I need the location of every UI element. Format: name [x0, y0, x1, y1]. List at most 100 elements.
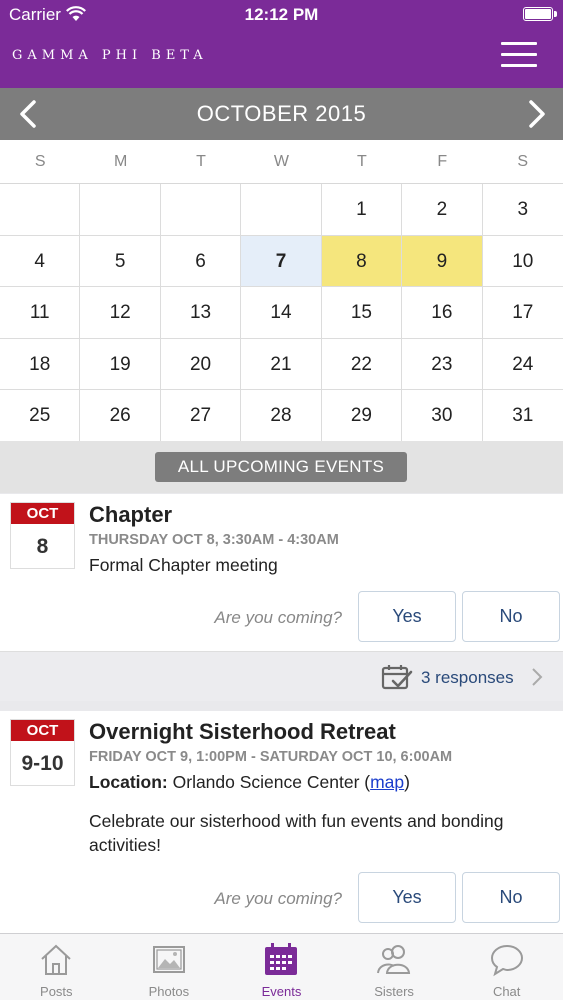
calendar-day-24[interactable]: 24	[482, 339, 563, 391]
calendar-day-19[interactable]: 19	[80, 338, 161, 391]
calendar-day-11[interactable]: 11	[0, 287, 81, 339]
calendar-day-21[interactable]: 21	[241, 338, 322, 391]
calendar-day-7[interactable]: 7	[241, 235, 322, 288]
calendar-day-5[interactable]: 5	[80, 235, 161, 288]
calendar-day-29[interactable]: 29	[321, 390, 403, 442]
event-datetime: THURSDAY OCT 8, 3:30AM - 4:30AM	[89, 532, 339, 548]
calendar-day-grid: 1 2 3 4 5 6 7 8 9 10 11 12 13 14 15 16 17 18 19 20 21 22 23 24 2…	[0, 184, 563, 442]
weekday-label: W	[273, 153, 290, 170]
calendar-day-12[interactable]: 12	[80, 287, 161, 339]
badge-month: OCT	[11, 503, 74, 524]
calendar-day-10[interactable]: 10	[482, 236, 563, 288]
calendar-day-30[interactable]: 30	[402, 390, 483, 442]
event-title: Overnight Sisterhood Retreat	[89, 719, 396, 744]
empty-day-cell	[241, 184, 322, 236]
badge-day: 8	[36, 535, 49, 558]
empty-day-cell	[0, 184, 81, 236]
calendar-icon	[265, 943, 298, 975]
weekday-label: T	[357, 153, 367, 170]
calendar-check-icon	[381, 665, 413, 690]
tab-chat[interactable]: Chat	[450, 934, 563, 1000]
event-date-badge: OCT 9-10	[10, 719, 75, 786]
calendar-day-9[interactable]: 9	[402, 235, 483, 288]
weekday-label: T	[196, 153, 206, 170]
event-title: Chapter	[89, 502, 173, 527]
calendar-day-26[interactable]: 26	[80, 390, 161, 442]
tab-events[interactable]: Events	[225, 934, 338, 1000]
rsvp-no-button[interactable]: No	[462, 872, 560, 923]
chevron-right-icon[interactable]	[521, 98, 551, 130]
weekday-label: F	[437, 153, 448, 170]
tab-label: Photos	[148, 984, 190, 999]
tab-label: Events	[261, 984, 302, 999]
calendar-day-4[interactable]: 4	[0, 235, 81, 288]
all-upcoming-events-button[interactable]: ALL UPCOMING EVENTS	[155, 452, 407, 482]
section-header: ALL UPCOMING EVENTS	[0, 441, 563, 493]
rsvp-prompt: Are you coming?	[214, 608, 342, 627]
calendar-day-3[interactable]: 3	[482, 184, 563, 236]
calendar-day-25[interactable]: 25	[0, 390, 81, 442]
rsvp-yes-button[interactable]: Yes	[358, 591, 456, 642]
location-label: Location:	[89, 772, 168, 792]
event-date-badge: OCT 8	[10, 502, 75, 569]
calendar-day-13[interactable]: 13	[160, 287, 242, 339]
month-calendar: SMTWTFS 1 2 3 4 5 6 7 8 9 10 11 12 13 14 15 16 17 18 19 20 2…	[0, 140, 563, 442]
empty-day-cell	[80, 184, 161, 236]
photo-icon	[152, 946, 185, 973]
app-header: Carrier 12:12 PM GAMMA PHI BETA	[0, 0, 563, 88]
weekday-label: S	[517, 153, 529, 170]
weekday-label: M	[113, 153, 128, 170]
calendar-day-20[interactable]: 20	[160, 338, 242, 391]
weekday-header-row: SMTWTFS	[0, 140, 563, 184]
calendar-day-6[interactable]: 6	[160, 235, 242, 288]
event-location: Location: Orlando Science Center (map)	[89, 772, 410, 792]
status-bar: Carrier 12:12 PM	[0, 0, 563, 30]
tab-label: Chat	[492, 984, 521, 999]
event-responses-row[interactable]: 3 responses	[0, 651, 563, 701]
tab-posts[interactable]: Posts	[0, 934, 113, 1000]
calendar-day-15[interactable]: 15	[321, 287, 403, 339]
map-link[interactable]: map	[370, 772, 404, 792]
people-icon	[377, 945, 411, 974]
rsvp-prompt: Are you coming?	[214, 889, 342, 908]
weekday-label: S	[34, 153, 46, 170]
month-navigation-bar: OCTOBER 2015	[0, 88, 563, 140]
calendar-day-27[interactable]: 27	[160, 390, 242, 442]
tab-photos[interactable]: Photos	[113, 934, 226, 1000]
calendar-day-16[interactable]: 16	[402, 287, 483, 339]
event-description: Formal Chapter meeting	[89, 555, 278, 575]
chat-bubble-icon	[490, 944, 523, 977]
bottom-tab-bar: Posts Photos Events Sisters Chat	[0, 933, 563, 1000]
house-icon	[41, 944, 71, 975]
calendar-day-31[interactable]: 31	[482, 390, 563, 442]
location-name: Orlando Science Center	[172, 772, 360, 792]
calendar-day-1[interactable]: 1	[321, 184, 403, 236]
calendar-day-28[interactable]: 28	[241, 390, 322, 442]
brand-logo-text: GAMMA PHI BETA	[12, 48, 208, 63]
calendar-day-18[interactable]: 18	[0, 338, 81, 391]
calendar-day-23[interactable]: 23	[402, 338, 483, 391]
calendar-day-17[interactable]: 17	[482, 287, 563, 339]
rsvp-yes-button[interactable]: Yes	[358, 872, 456, 923]
calendar-day-8[interactable]: 8	[321, 235, 403, 288]
chevron-right-icon	[532, 668, 543, 686]
event-datetime: FRIDAY OCT 9, 1:00PM - SATURDAY OCT 10, …	[89, 749, 453, 765]
battery-icon	[523, 7, 557, 21]
status-time: 12:12 PM	[244, 5, 319, 24]
rsvp-no-button[interactable]: No	[462, 591, 560, 642]
badge-month: OCT	[11, 720, 74, 741]
responses-count: 3 responses	[421, 668, 514, 687]
badge-day: 9-10	[21, 752, 64, 775]
event-card[interactable]: OCT 8 Chapter THURSDAY OCT 8, 3:30AM - 4…	[0, 494, 563, 651]
tab-label: Posts	[40, 984, 73, 999]
tab-sisters[interactable]: Sisters	[338, 934, 451, 1000]
calendar-day-2[interactable]: 2	[402, 184, 483, 236]
event-card[interactable]: OCT 9-10 Overnight Sisterhood Retreat FR…	[0, 711, 563, 933]
month-title: OCTOBER 2015	[196, 101, 367, 126]
event-description: Celebrate our sisterhood with fun events…	[89, 811, 504, 855]
tab-label: Sisters	[374, 984, 414, 999]
menu-icon[interactable]	[501, 42, 537, 68]
calendar-day-22[interactable]: 22	[321, 338, 403, 391]
empty-day-cell	[160, 184, 242, 236]
calendar-day-14[interactable]: 14	[241, 287, 322, 339]
